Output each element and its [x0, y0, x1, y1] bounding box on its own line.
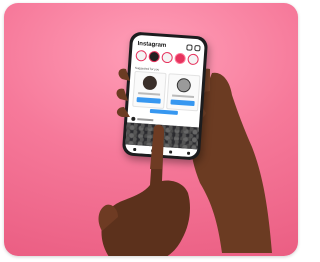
product-card: Instagram Suggested for you	[4, 3, 298, 256]
pointing-hand	[98, 124, 190, 256]
